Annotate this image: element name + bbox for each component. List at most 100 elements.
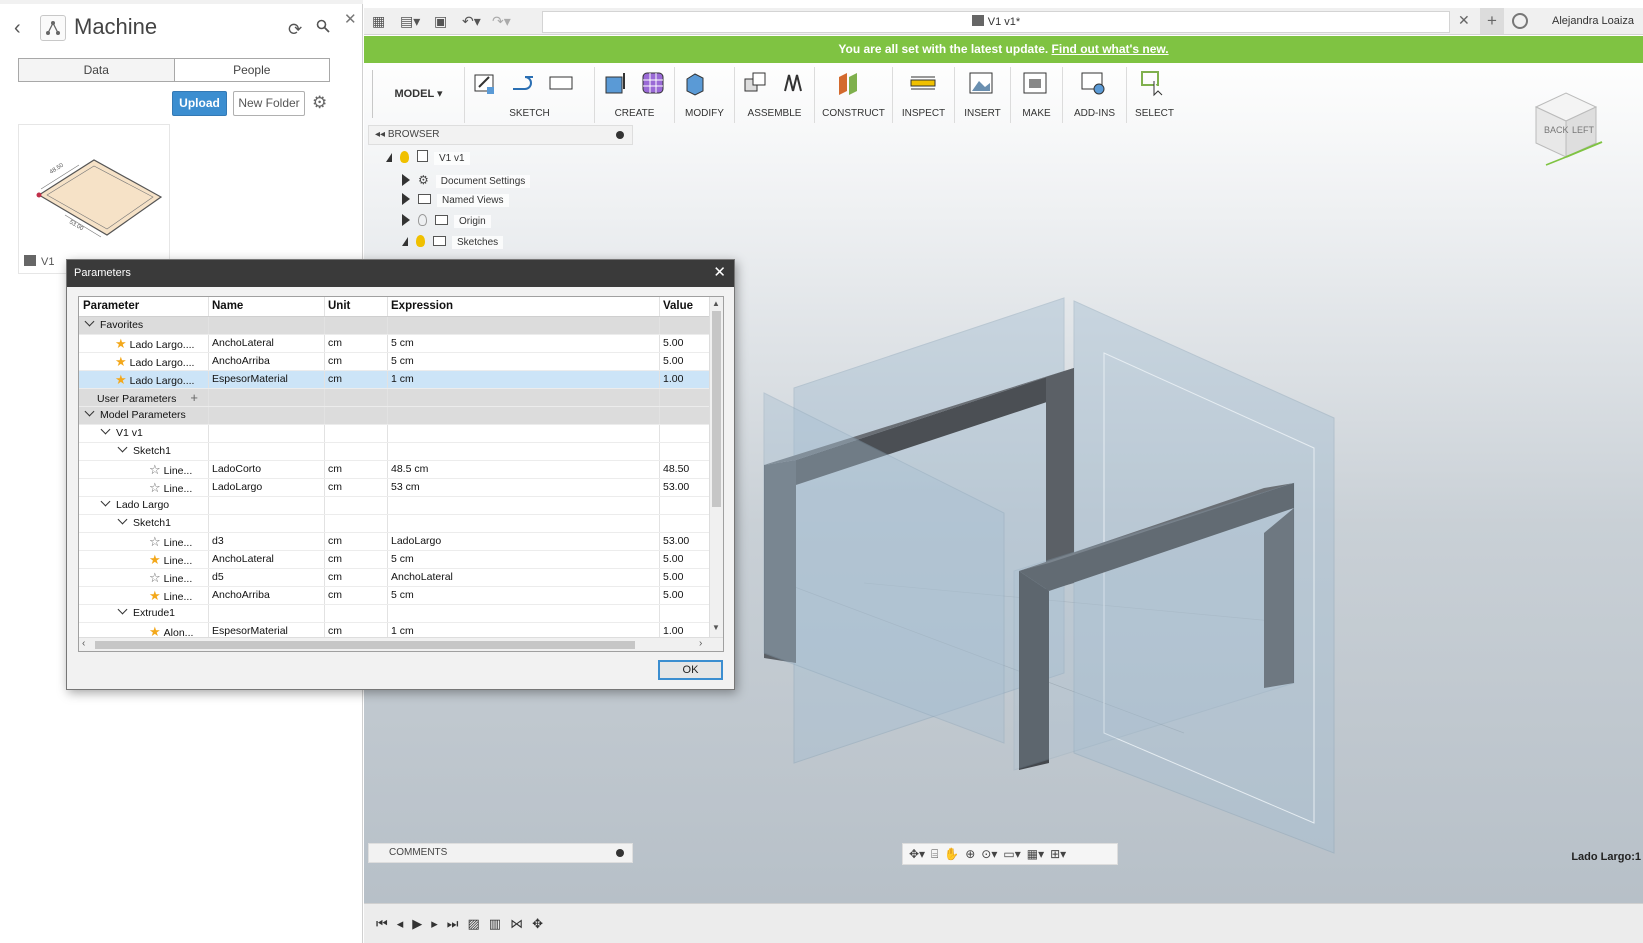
workspace-switcher[interactable]: MODEL ▾ [372, 70, 464, 118]
select-icon[interactable] [1139, 69, 1167, 97]
table-row[interactable]: ☆ Line... d5 cm AnchoLateral 5.00 [79, 569, 711, 587]
add-parameter-icon[interactable]: + [190, 390, 198, 405]
ok-button[interactable]: OK [658, 660, 723, 680]
star-outline-icon[interactable]: ☆ [149, 534, 161, 549]
visibility-bulb-icon[interactable] [400, 151, 409, 163]
toolbar-group-select[interactable]: SELECT [1126, 67, 1182, 123]
toolbar-group-inspect[interactable]: INSPECT [892, 67, 954, 123]
group-row-model-parameters[interactable]: Model Parameters [79, 407, 711, 425]
select-menu[interactable]: SELECT [1127, 108, 1182, 119]
sketch-menu[interactable]: SKETCH [465, 108, 594, 119]
new-folder-button[interactable]: New Folder [233, 91, 305, 116]
design-thumbnail[interactable]: 48.50 53.00 [18, 124, 170, 274]
group-row-feature[interactable]: Extrude1 [79, 605, 711, 623]
chevron-down-icon[interactable] [117, 605, 128, 615]
form-icon[interactable] [639, 69, 667, 97]
viewports-icon[interactable]: ⊞▾ [1050, 847, 1066, 861]
table-row[interactable]: ★ Line... AnchoArriba cm 5 cm 5.00 [79, 587, 711, 605]
whats-new-link[interactable]: Find out what's new. [1052, 42, 1169, 56]
redo-icon[interactable]: ↷▾ [492, 13, 511, 30]
visibility-bulb-icon[interactable] [418, 214, 427, 226]
tab-people[interactable]: People [175, 59, 330, 81]
new-component-icon[interactable] [741, 69, 769, 97]
star-icon[interactable]: ★ [115, 372, 127, 387]
construct-menu[interactable]: CONSTRUCT [815, 108, 892, 119]
browser-header[interactable]: ◂◂ BROWSER [368, 125, 633, 145]
toolbar-group-modify[interactable]: MODIFY [674, 67, 734, 123]
chevron-down-icon[interactable] [100, 425, 111, 435]
timeline-marker-icon[interactable]: ✥ [532, 916, 543, 932]
group-row-sketch[interactable]: Sketch1 [79, 515, 711, 533]
fit-icon[interactable]: ⊙▾ [981, 847, 997, 861]
group-row-favorites[interactable]: Favorites [79, 317, 711, 335]
browser-item-document-settings[interactable]: ⚙ Document Settings [402, 170, 531, 190]
measure-icon[interactable] [909, 69, 937, 97]
timeline-joint-feature-icon[interactable]: ⋈ [510, 916, 523, 932]
view-cube[interactable]: BACK LEFT [1526, 87, 1606, 167]
expression-cell[interactable]: 5 cm [387, 551, 659, 568]
insert-menu[interactable]: INSERT [955, 108, 1010, 119]
inspect-menu[interactable]: INSPECT [893, 108, 954, 119]
chevron-down-icon[interactable] [117, 515, 128, 525]
table-row[interactable]: ☆ Line... d3 cm LadoLargo 53.00 [79, 533, 711, 551]
browser-item-sketches[interactable]: Sketches [402, 233, 504, 253]
horizontal-scrollbar[interactable]: ‹ › [79, 637, 723, 651]
collapse-icon[interactable] [386, 153, 392, 162]
table-row[interactable]: ☆ Line... LadoLargo cm 53 cm 53.00 [79, 479, 711, 497]
press-pull-icon[interactable] [681, 69, 709, 97]
back-icon[interactable]: ‹ [14, 17, 32, 39]
group-row-component[interactable]: Lado Largo [79, 497, 711, 515]
vertical-scrollbar[interactable]: ▲ ▼ [709, 297, 723, 637]
scripts-icon[interactable] [1079, 69, 1107, 97]
table-row[interactable]: ★ Line... AnchoLateral cm 5 cm 5.00 [79, 551, 711, 569]
star-icon[interactable]: ★ [149, 552, 161, 567]
toolbar-group-construct[interactable]: CONSTRUCT [814, 67, 892, 123]
group-row-user-parameters[interactable]: User Parameters + [79, 389, 711, 407]
column-header[interactable]: Name [208, 297, 324, 316]
toolbar-group-create[interactable]: CREATE [594, 67, 674, 123]
collapse-icon[interactable] [402, 237, 408, 246]
step-back-icon[interactable]: ◂ [397, 916, 404, 932]
expression-cell[interactable]: 5 cm [387, 335, 659, 352]
file-menu-icon[interactable]: ▤▾ [400, 13, 420, 30]
toolbar-group-assemble[interactable]: ASSEMBLE [734, 67, 814, 123]
star-icon[interactable]: ★ [149, 588, 161, 603]
browser-item-named-views[interactable]: Named Views [402, 191, 509, 211]
grid-settings-icon[interactable]: ▦▾ [1027, 847, 1044, 861]
column-header[interactable]: Expression [387, 297, 659, 316]
undo-icon[interactable]: ↶▾ [462, 13, 481, 30]
go-to-end-icon[interactable]: ⏭ [447, 916, 459, 932]
toolbar-group-add-ins[interactable]: ADD-INS [1062, 67, 1126, 123]
scroll-left-icon[interactable]: ‹ [82, 638, 85, 649]
chevron-down-icon[interactable] [100, 497, 111, 507]
job-status-icon[interactable] [1512, 13, 1528, 29]
display-settings-icon[interactable]: ▭▾ [1003, 847, 1020, 861]
expression-cell[interactable]: 5 cm [387, 353, 659, 370]
star-icon[interactable]: ★ [115, 354, 127, 369]
column-header[interactable]: Unit [324, 297, 387, 316]
star-outline-icon[interactable]: ☆ [149, 462, 161, 477]
create-sketch-icon[interactable] [471, 69, 499, 97]
make-menu[interactable]: MAKE [1011, 108, 1062, 119]
scrollbar-thumb[interactable] [95, 641, 635, 649]
3d-print-icon[interactable] [1021, 69, 1049, 97]
table-row-selected[interactable]: ★ Lado Largo.... EspesorMaterial cm 1 cm … [79, 371, 711, 389]
table-row[interactable]: ★ Lado Largo.... AnchoLateral cm 5 cm 5.0… [79, 335, 711, 353]
column-header[interactable]: Value [659, 297, 711, 316]
go-to-start-icon[interactable]: ⏮ [376, 916, 388, 932]
expression-cell[interactable]: AnchoLateral [387, 569, 659, 586]
column-header[interactable]: Parameter [79, 297, 208, 316]
user-name[interactable]: Alejandra Loaiza [1552, 15, 1634, 27]
close-tab-icon[interactable]: ✕ [1458, 12, 1470, 29]
pin-icon[interactable] [616, 131, 624, 139]
upload-button[interactable]: Upload [172, 91, 227, 116]
expand-icon[interactable] [402, 214, 410, 226]
scroll-right-icon[interactable]: › [699, 638, 702, 649]
expand-icon[interactable] [402, 193, 410, 205]
joint-icon[interactable] [779, 69, 807, 97]
toolbar-group-insert[interactable]: INSERT [954, 67, 1010, 123]
chevron-down-icon[interactable] [84, 407, 95, 417]
expression-cell[interactable]: 48.5 cm [387, 461, 659, 478]
expand-icon[interactable] [402, 174, 410, 186]
line-icon[interactable] [509, 69, 537, 97]
